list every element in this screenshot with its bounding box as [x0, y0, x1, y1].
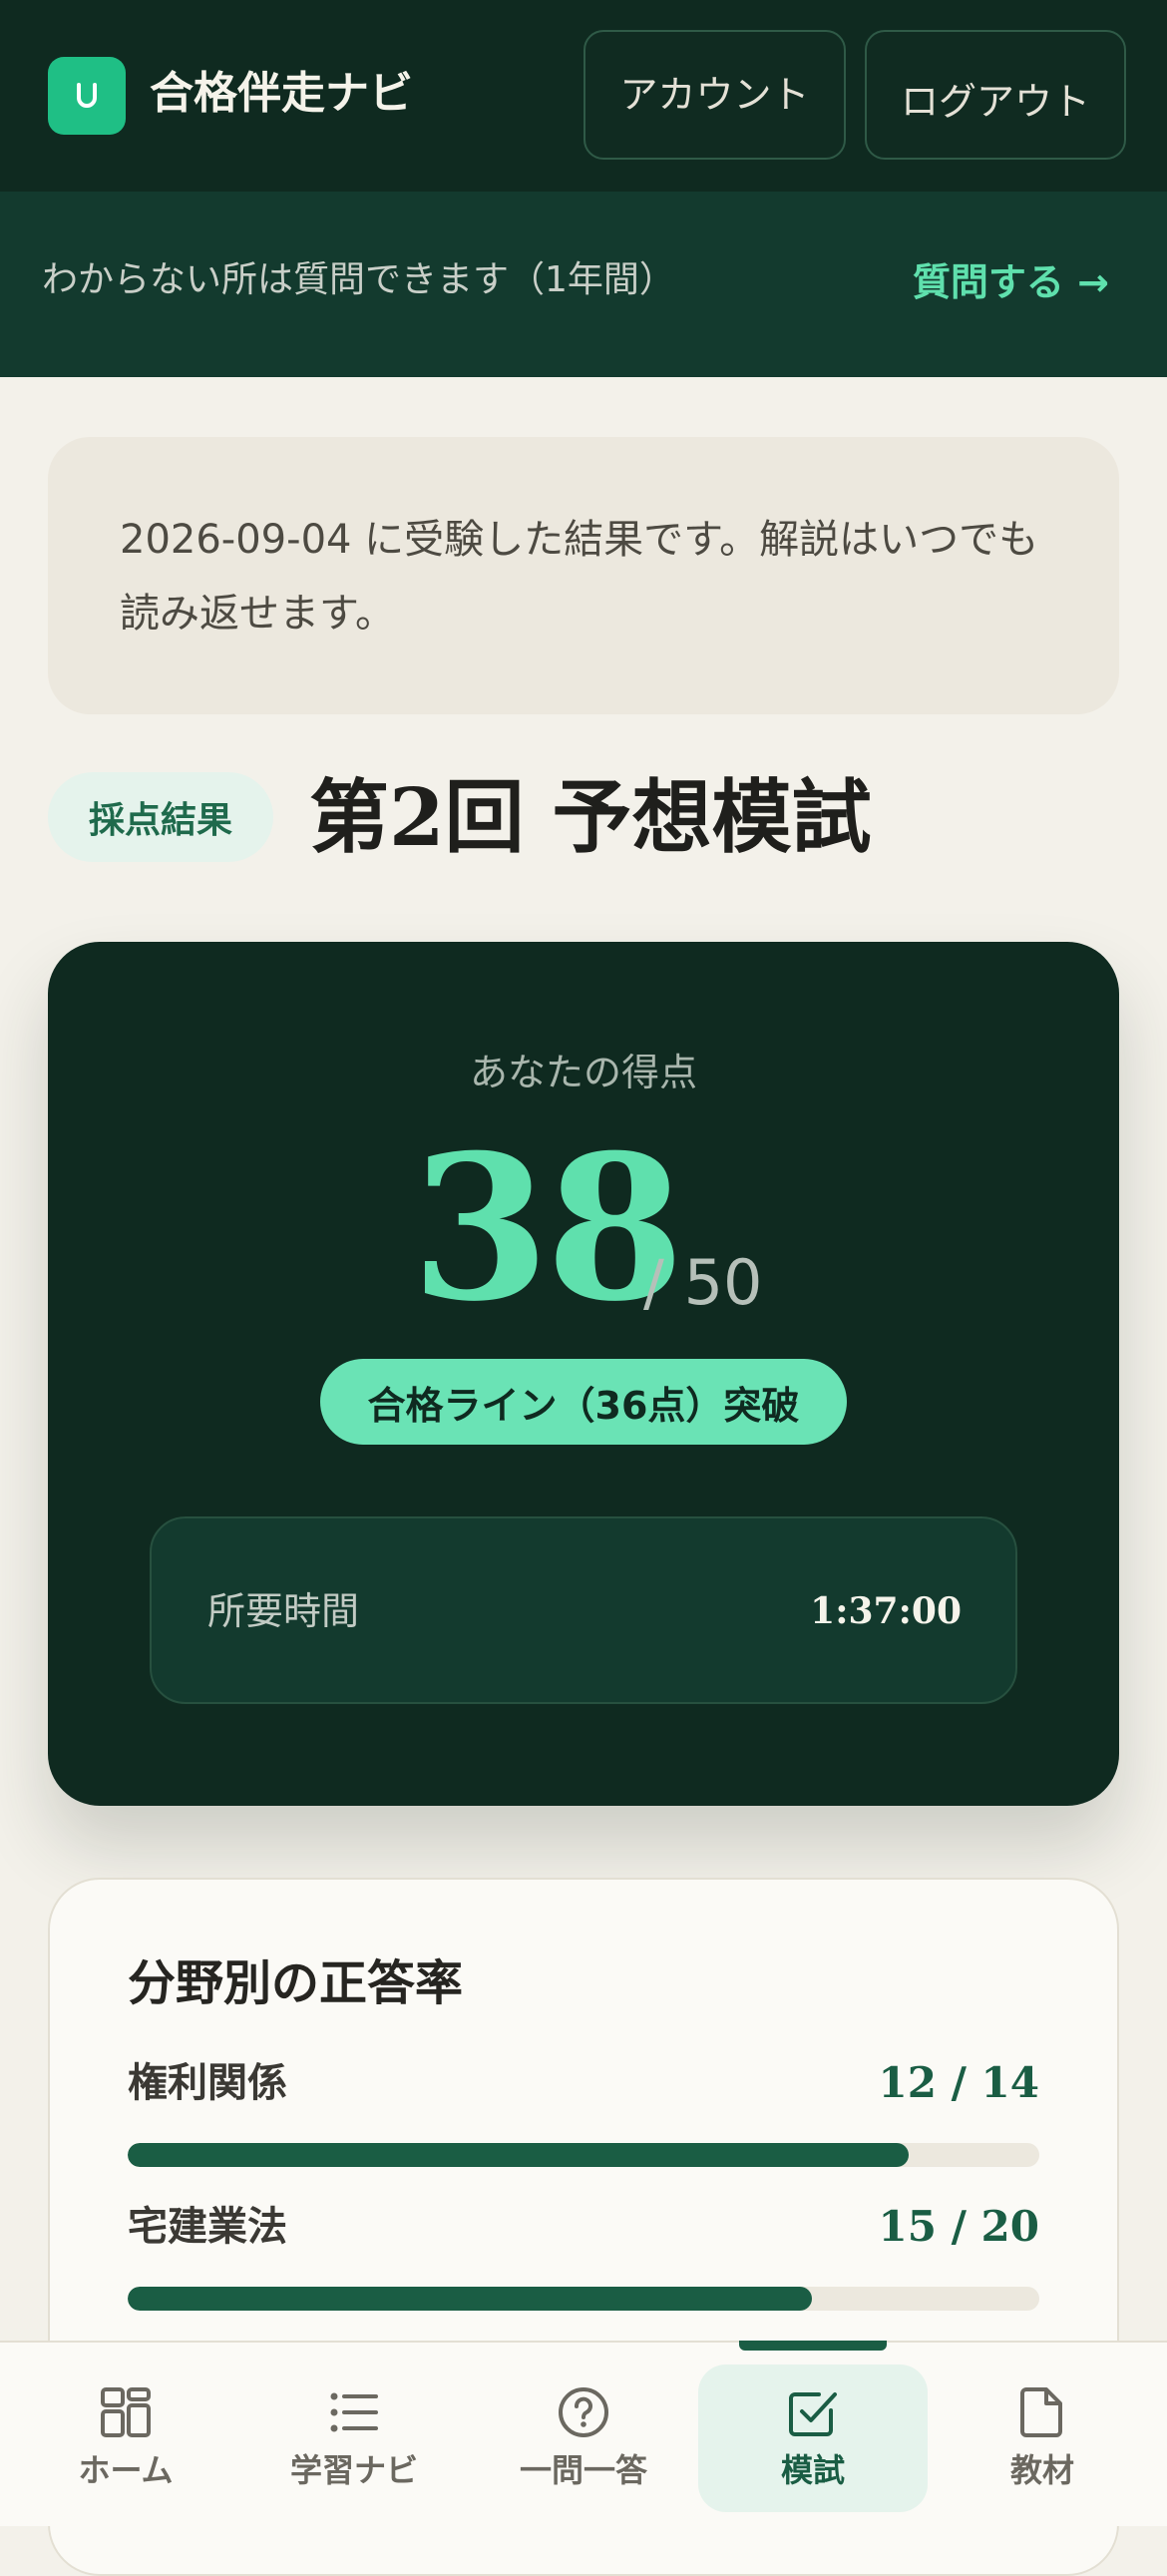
score-label: あなたの得点 [469, 1051, 697, 1094]
nav-label: ホーム [78, 2451, 174, 2489]
grid-icon [101, 2387, 151, 2437]
question-circle-icon [559, 2387, 608, 2437]
category-progress-track [128, 2287, 1039, 2311]
time-value: 1:37:00 [810, 1590, 962, 1632]
list-icon [330, 2392, 378, 2432]
time-box: 所要時間 1:37:00 [150, 1516, 1017, 1704]
result-info-box: 2026-09-04 に受験した結果です。解説はいつでも読み返せます。 [48, 437, 1119, 714]
document-icon [1020, 2387, 1062, 2437]
nav-label: 一問一答 [519, 2451, 647, 2489]
category-progress-track [128, 2143, 1039, 2167]
category-progress-fill [128, 2143, 910, 2167]
score-total: / 50 [643, 1246, 763, 1319]
score-card: あなたの得点 38 / 50 合格ライン（36点）突破 所要時間 1:37:00 [48, 942, 1119, 1806]
score-value: 38 [411, 1111, 684, 1346]
result-badge: 採点結果 [48, 772, 273, 862]
app-name: 合格伴走ナビ [150, 68, 413, 119]
account-button-label: アカウント [619, 72, 810, 117]
category-score: 15 / 20 [878, 2202, 1039, 2251]
logout-button-label: ログアウト [900, 79, 1090, 124]
question-banner-text: わからない所は質問できます（1年間） [42, 259, 675, 300]
page-title: 第2回 予想模試 [309, 770, 872, 864]
bottom-nav: ホーム 学習ナビ 一問一答 模試 教材 [0, 2341, 1167, 2526]
category-score: 12 / 14 [878, 2058, 1039, 2107]
time-label: 所要時間 [207, 1589, 360, 1633]
nav-active-indicator [739, 2341, 887, 2351]
nav-item-materials[interactable]: 教材 [966, 2343, 1119, 2528]
pass-status-text: 合格ライン（36点）突破 [367, 1383, 800, 1428]
nav-item-study-navi[interactable]: 学習ナビ [277, 2343, 431, 2528]
nav-item-quiz[interactable]: 一問一答 [507, 2343, 660, 2528]
logout-button[interactable]: ログアウト [865, 30, 1126, 160]
nav-label: 学習ナビ [289, 2451, 418, 2489]
result-badge-label: 採点結果 [88, 800, 232, 841]
account-button[interactable]: アカウント [584, 30, 846, 160]
category-name: 権利関係 [128, 2059, 287, 2106]
top-bar: 合格伴走ナビ アカウント ログアウト [0, 0, 1167, 192]
result-info-text: 2026-09-04 に受験した結果です。解説はいつでも読み返せます。 [120, 517, 1039, 637]
nav-label: 教材 [1009, 2451, 1074, 2489]
app-logo[interactable] [48, 57, 126, 135]
pass-status-badge: 合格ライン（36点）突破 [320, 1359, 847, 1445]
nav-label: 模試 [780, 2451, 845, 2489]
nav-item-mock-exam[interactable]: 模試 [736, 2343, 890, 2528]
ask-question-link[interactable]: 質問する → [913, 257, 1109, 307]
checkbox-icon [789, 2392, 837, 2436]
category-name: 宅建業法 [128, 2203, 287, 2250]
category-progress-fill [128, 2287, 812, 2311]
breakdown-title: 分野別の正答率 [128, 1955, 464, 2011]
nav-item-home[interactable]: ホーム [54, 2343, 197, 2528]
logo-icon [77, 83, 97, 108]
